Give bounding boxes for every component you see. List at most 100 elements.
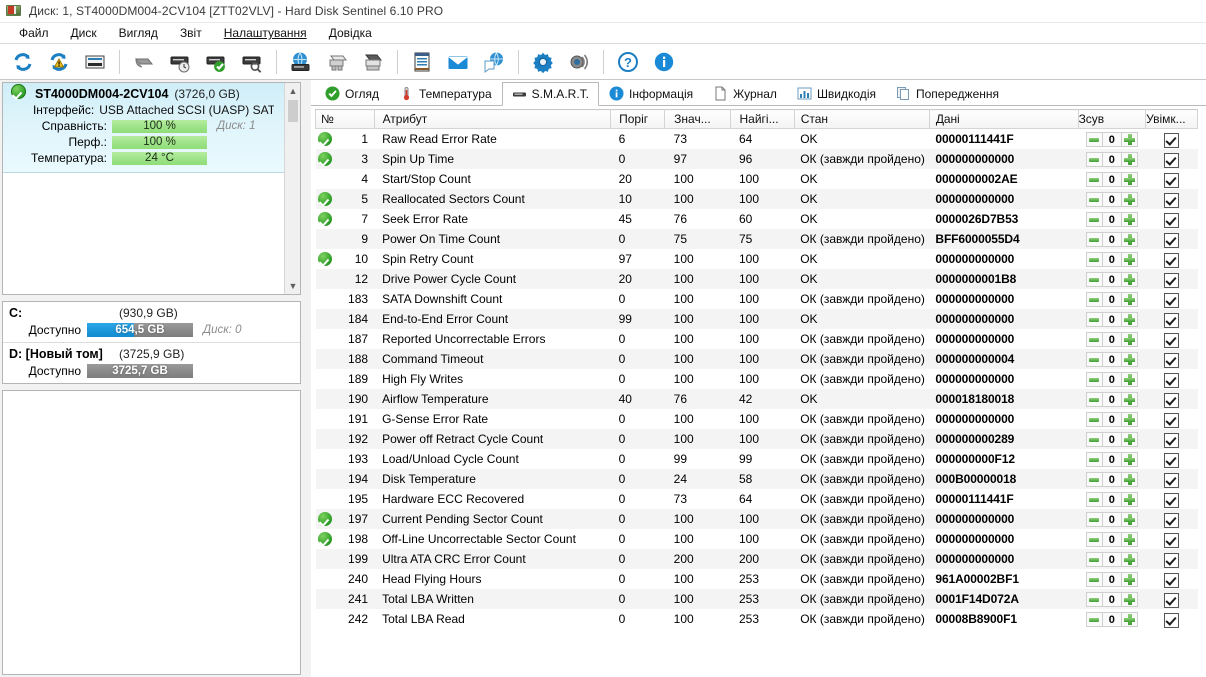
menu-item-help[interactable]: Довідка — [318, 24, 383, 42]
offset-decrement-button[interactable] — [1085, 412, 1103, 427]
refresh-icon[interactable] — [7, 46, 39, 78]
offset-decrement-button[interactable] — [1085, 492, 1103, 507]
table-row[interactable]: 198 Off-Line Uncorrectable Sector Count 0 1… — [316, 529, 1198, 549]
offset-increment-button[interactable] — [1120, 252, 1138, 267]
offset-spinner[interactable]: 0 — [1085, 452, 1139, 467]
enabled-checkbox[interactable] — [1164, 292, 1180, 308]
enabled-checkbox[interactable] — [1164, 172, 1180, 188]
enabled-checkbox[interactable] — [1164, 372, 1180, 388]
table-row[interactable]: 188 Command Timeout 0 100 100 ОК (завжди прой… — [315, 348, 1198, 369]
offset-decrement-button[interactable] — [1085, 292, 1103, 307]
offset-increment-button[interactable] — [1120, 592, 1138, 607]
disk-list-icon[interactable] — [79, 46, 111, 78]
offset-increment-button[interactable] — [1120, 552, 1138, 567]
enabled-checkbox[interactable] — [1164, 192, 1180, 208]
disk-search-icon[interactable] — [236, 46, 268, 78]
refresh-alert-icon[interactable] — [43, 46, 75, 78]
offset-increment-button[interactable] — [1120, 312, 1138, 327]
disk-list-scrollbar[interactable]: ▲ ▼ — [284, 83, 300, 294]
tab-overview[interactable]: Огляд — [315, 81, 389, 105]
table-row[interactable]: 241 Total LBA Written 0 100 253 ОК (завжди пр… — [315, 588, 1198, 609]
offset-decrement-button[interactable] — [1085, 252, 1103, 267]
table-row[interactable]: 3 Spin Up Time 0 97 96 ОК (завжди пройдено) 00… — [315, 148, 1198, 169]
offset-increment-button[interactable] — [1120, 132, 1138, 148]
offset-decrement-button[interactable] — [1085, 172, 1103, 187]
offset-spinner[interactable]: 0 — [1085, 552, 1139, 567]
offset-increment-button[interactable] — [1120, 372, 1138, 387]
enabled-checkbox[interactable] — [1164, 232, 1180, 248]
enabled-checkbox[interactable] — [1164, 412, 1180, 428]
enabled-checkbox[interactable] — [1164, 512, 1180, 528]
column-header-threshold[interactable]: Поріг — [610, 109, 666, 129]
offset-spinner[interactable]: 0 — [1085, 212, 1139, 227]
column-header-attribute[interactable]: Атрибут — [373, 109, 612, 129]
offset-decrement-button[interactable] — [1085, 312, 1103, 327]
offset-increment-button[interactable] — [1120, 432, 1138, 447]
table-row[interactable]: 12 Drive Power Cycle Count 20 100 100 OK 00000… — [315, 268, 1198, 289]
table-row[interactable]: 193 Load/Unload Cycle Count 0 99 99 ОК (завжд… — [316, 449, 1198, 469]
enabled-checkbox[interactable] — [1164, 612, 1180, 628]
disk-list-item-selected[interactable]: ST4000DM004-2CV104 (3726,0 GB) Інтерфейс… — [3, 83, 288, 173]
offset-decrement-button[interactable] — [1085, 272, 1103, 287]
enabled-checkbox[interactable] — [1164, 432, 1180, 448]
offset-spinner[interactable]: 0 — [1085, 132, 1139, 148]
menu-item-disk[interactable]: Диск — [60, 24, 108, 42]
table-row[interactable]: 7 Seek Error Rate 45 76 60 OK 0000026D7B53 0 — [316, 209, 1198, 229]
volume-item-d[interactable]: D: [Новый том] (3725,9 GB) Доступно 3725… — [3, 343, 300, 383]
table-row[interactable]: 192 Power off Retract Cycle Count 0 100 100 О… — [315, 428, 1198, 449]
offset-spinner[interactable]: 0 — [1085, 352, 1139, 367]
offset-spinner[interactable]: 0 — [1085, 292, 1139, 307]
offset-spinner[interactable]: 0 — [1085, 612, 1139, 627]
enabled-checkbox[interactable] — [1164, 592, 1180, 608]
email-icon[interactable] — [442, 46, 474, 78]
table-row[interactable]: 242 Total LBA Read 0 100 253 ОК (завжди пройд… — [316, 609, 1198, 629]
offset-decrement-button[interactable] — [1085, 572, 1103, 587]
offset-decrement-button[interactable] — [1085, 332, 1103, 347]
offset-increment-button[interactable] — [1120, 532, 1138, 547]
scroll-down-icon[interactable]: ▼ — [285, 278, 300, 294]
scrollbar-thumb[interactable] — [288, 100, 298, 122]
offset-spinner[interactable]: 0 — [1085, 572, 1139, 587]
enabled-checkbox[interactable] — [1164, 572, 1180, 588]
server-disk-icon[interactable] — [357, 46, 389, 78]
offset-spinner[interactable]: 0 — [1085, 512, 1139, 527]
table-row[interactable]: 195 Hardware ECC Recovered 0 73 64 ОК (завжди… — [316, 489, 1198, 509]
offset-spinner[interactable]: 0 — [1085, 472, 1139, 487]
disk-sleep-icon[interactable] — [128, 46, 160, 78]
tab-smart[interactable]: S.M.A.R.T. — [501, 82, 599, 106]
offset-increment-button[interactable] — [1120, 172, 1138, 187]
offset-spinner[interactable]: 0 — [1085, 372, 1139, 387]
info-icon[interactable] — [648, 46, 680, 78]
enabled-checkbox[interactable] — [1164, 132, 1180, 148]
offset-decrement-button[interactable] — [1085, 432, 1103, 447]
offset-spinner[interactable]: 0 — [1085, 192, 1139, 207]
offset-spinner[interactable]: 0 — [1085, 412, 1139, 427]
offset-spinner[interactable]: 0 — [1085, 532, 1139, 547]
offset-spinner[interactable]: 0 — [1085, 172, 1139, 187]
offset-decrement-button[interactable] — [1085, 392, 1103, 407]
table-row[interactable]: 189 High Fly Writes 0 100 100 ОК (завжди прой… — [316, 369, 1198, 389]
enabled-checkbox[interactable] — [1164, 212, 1180, 228]
enabled-checkbox[interactable] — [1164, 252, 1180, 268]
offset-spinner[interactable]: 0 — [1085, 432, 1139, 447]
offset-increment-button[interactable] — [1120, 612, 1138, 627]
help-icon[interactable]: ? — [612, 46, 644, 78]
offset-increment-button[interactable] — [1120, 412, 1138, 427]
enabled-checkbox[interactable] — [1164, 452, 1180, 468]
offset-decrement-button[interactable] — [1085, 532, 1103, 547]
offset-increment-button[interactable] — [1120, 272, 1138, 287]
table-row[interactable]: 1 Raw Read Error Rate 6 73 64 OK 00000111441F 0 — [316, 129, 1198, 149]
table-row[interactable]: 10 Spin Retry Count 97 100 100 OK 000000000000… — [316, 249, 1198, 269]
table-row[interactable]: 184 End-to-End Error Count 99 100 100 OK 00000… — [315, 308, 1198, 329]
disk-ok-icon[interactable] — [200, 46, 232, 78]
enabled-checkbox[interactable] — [1164, 392, 1180, 408]
offset-increment-button[interactable] — [1120, 332, 1138, 347]
offset-increment-button[interactable] — [1120, 572, 1138, 587]
offset-spinner[interactable]: 0 — [1085, 312, 1139, 327]
table-row[interactable]: 191 G-Sense Error Rate 0 100 100 ОК (завжди п… — [316, 409, 1198, 429]
column-header-enabled[interactable]: Увімк... — [1145, 109, 1198, 129]
offset-spinner[interactable]: 0 — [1085, 232, 1139, 247]
tab-warnings[interactable]: Попередження — [886, 81, 1009, 105]
offset-increment-button[interactable] — [1120, 192, 1138, 207]
offset-increment-button[interactable] — [1120, 232, 1138, 247]
